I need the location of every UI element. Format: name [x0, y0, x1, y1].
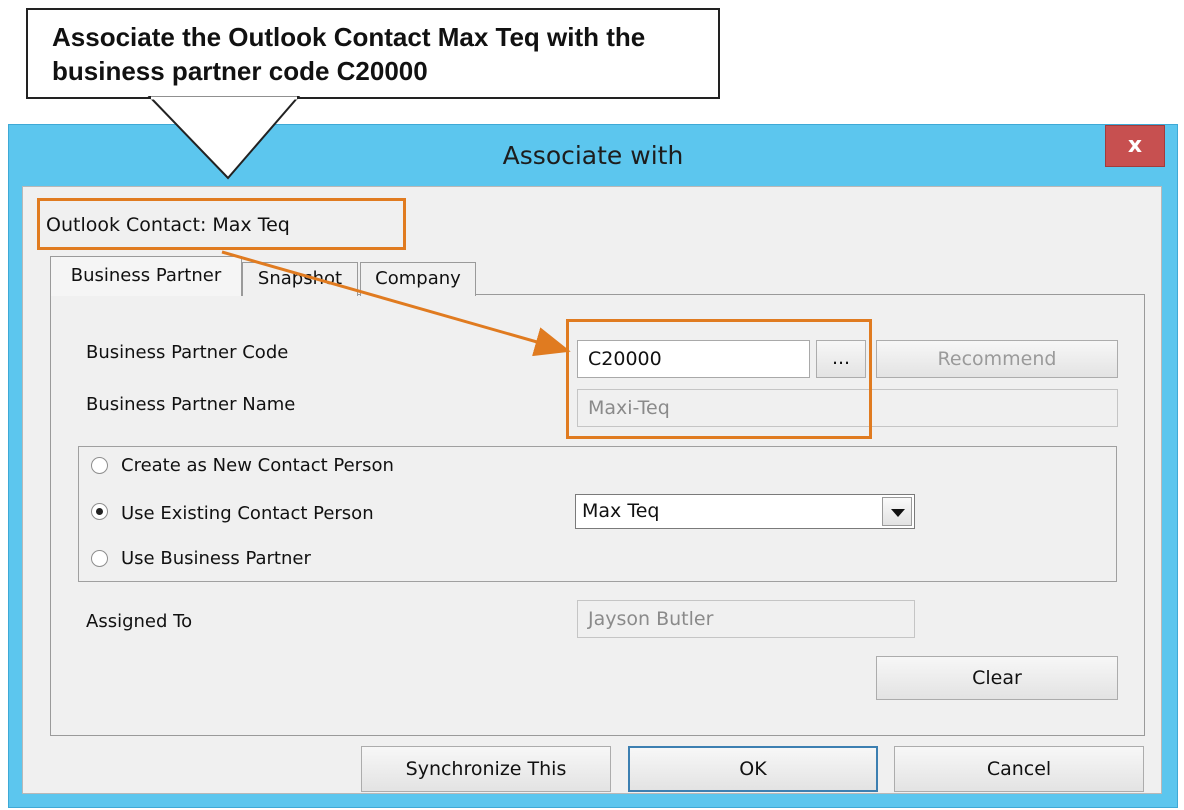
callout-pointer [147, 96, 301, 180]
